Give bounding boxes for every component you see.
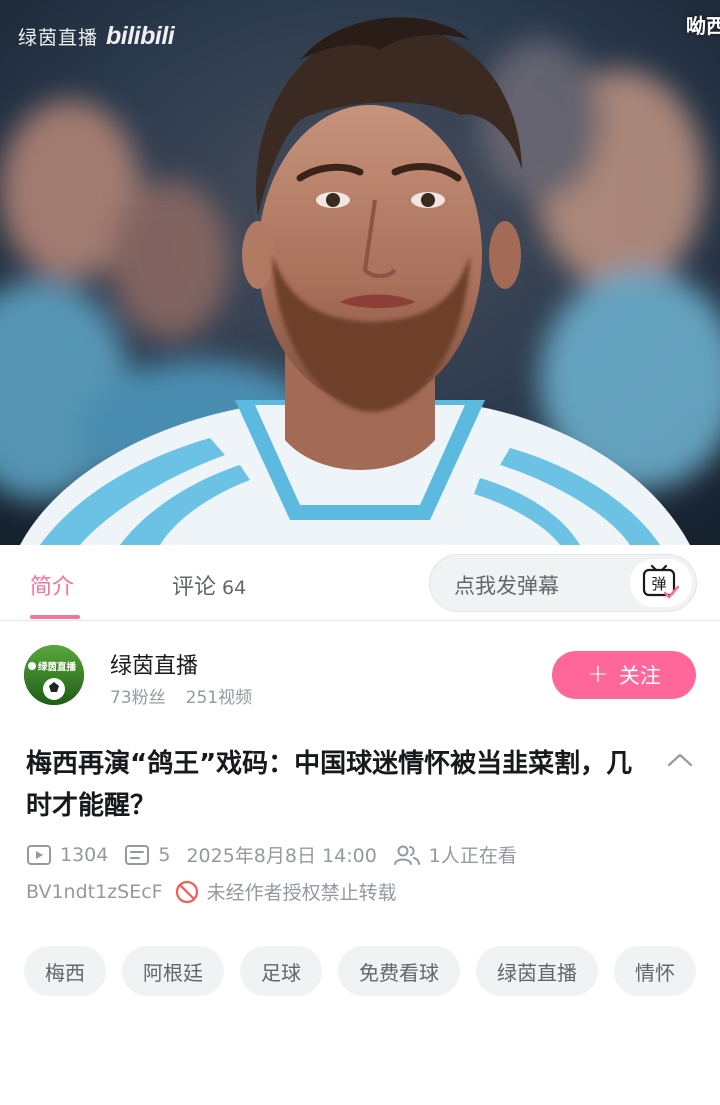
copyright-notice: 未经作者授权禁止转载 <box>206 882 397 904</box>
follow-button[interactable]: + 关注 <box>552 651 696 699</box>
tab-comments[interactable]: 评论 64 <box>172 569 246 601</box>
watching-users-icon <box>393 845 420 865</box>
danmaku-glyph: 弹 <box>651 575 666 593</box>
watermark-channel: 绿茵直播 <box>18 27 99 49</box>
tag-item[interactable]: 情怀 <box>614 946 696 996</box>
no-reprint-icon <box>175 880 198 903</box>
bvid[interactable]: BV1ndt1zSEcF <box>26 881 163 903</box>
play-count-icon <box>27 844 51 865</box>
danmaku-send-icon: 弹 <box>642 565 680 599</box>
video-ids: BV1ndt1zSEcF 未经作者授权禁止转载 <box>26 878 397 905</box>
uploader-name[interactable]: 绿茵直播 <box>110 648 198 680</box>
tab-active-indicator <box>30 615 80 619</box>
danmaku-count: 5 <box>124 844 170 866</box>
video-frame <box>0 0 720 545</box>
watching-now-value: 1人正在看 <box>428 845 517 867</box>
tag-item[interactable]: 免费看球 <box>338 946 460 996</box>
video-stats: 1304 5 2025年8月8日 14:00 1人正在看 <box>26 841 533 868</box>
tag-item[interactable]: 阿根廷 <box>122 946 224 996</box>
collapse-chevron-icon[interactable] <box>666 750 694 770</box>
plus-icon: + <box>587 658 609 689</box>
watching-now: 1人正在看 <box>393 841 517 868</box>
danmaku-input[interactable]: 点我发弹幕 弹 <box>429 554 697 612</box>
avatar-text: 绿茵直播 <box>38 661 77 673</box>
danmaku-count-icon <box>125 844 150 865</box>
play-count-value: 1304 <box>60 843 109 866</box>
video-player[interactable]: 绿茵直播 bilibili 呦西 <box>0 0 720 545</box>
video-count: 251视频 <box>185 688 253 708</box>
tag-item[interactable]: 绿茵直播 <box>476 946 598 996</box>
bilibili-logo: bilibili <box>106 22 175 50</box>
tag-item[interactable]: 足球 <box>240 946 322 996</box>
fans-count: 73粉丝 <box>110 688 166 708</box>
overlay-text: 呦西 <box>686 14 720 38</box>
watermark: 绿茵直播 bilibili <box>18 22 175 51</box>
danmaku-placeholder: 点我发弹幕 <box>454 574 559 598</box>
tab-bar: 简介 评论 64 点我发弹幕 弹 <box>0 545 720 621</box>
follow-label: 关注 <box>618 664 661 688</box>
play-count: 1304 <box>26 844 108 866</box>
tag-item[interactable]: 梅西 <box>24 946 106 996</box>
danmaku-toggle-button[interactable]: 弹 <box>630 559 692 607</box>
comments-count: 64 <box>222 577 247 599</box>
tag-list: 梅西 阿根廷 足球 免费看球 绿茵直播 情怀 <box>24 946 704 996</box>
tab-intro[interactable]: 简介 <box>30 569 74 601</box>
uploader-stats: 73粉丝 251视频 <box>110 683 252 708</box>
danmaku-count-value: 5 <box>158 843 171 866</box>
avatar-image: 绿茵直播 <box>24 645 84 705</box>
uploader-avatar[interactable]: 绿茵直播 <box>24 645 84 705</box>
video-title: 梅西再演“鸽王”戏码：中国球迷情怀被当韭菜割，几时才能醒？ <box>26 749 633 821</box>
tab-comments-label: 评论 <box>172 575 217 600</box>
publish-time: 2025年8月8日 14:00 <box>186 845 377 867</box>
